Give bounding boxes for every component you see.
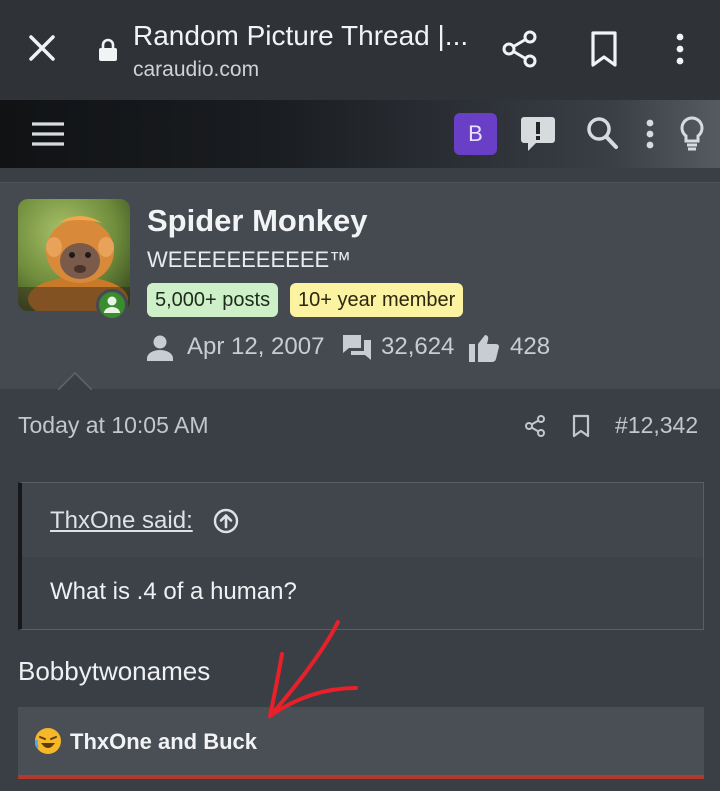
menu-icon[interactable] [30, 120, 66, 148]
username[interactable]: Spider Monkey [147, 203, 368, 239]
more-vert-icon[interactable] [665, 28, 695, 70]
bookmark-icon[interactable] [585, 28, 623, 70]
reaction-score: 428 [510, 333, 551, 360]
reactions-text[interactable]: ThxOne and Buck [70, 729, 257, 755]
quote-text: What is .4 of a human? [50, 578, 297, 605]
forum-nav-bar: B [0, 100, 720, 168]
page-title[interactable]: Random Picture Thread |... [133, 20, 468, 52]
person-icon [104, 296, 120, 313]
speech-caret [58, 372, 92, 390]
user-card: Spider Monkey WEEEEEEEEEEE™ 5,000+ posts… [0, 182, 720, 389]
quote-header: ThxOne said: [22, 483, 703, 557]
quote-author-link[interactable]: ThxOne said: [50, 507, 193, 535]
user-icon [147, 335, 173, 361]
post-date[interactable]: Today at 10:05 AM [18, 412, 209, 439]
message-count: 32,624 [381, 333, 455, 360]
lock-icon [99, 38, 117, 61]
alerts-icon[interactable] [518, 114, 558, 154]
post-body-text: Bobbytwonames [18, 656, 211, 686]
post-number[interactable]: #12,342 [615, 412, 698, 439]
laughing-emoji-icon [34, 728, 61, 754]
arrow-up-circle-icon[interactable] [213, 508, 239, 534]
thumbs-up-icon [469, 335, 499, 362]
messages-icon [343, 335, 371, 360]
share-icon[interactable] [524, 414, 546, 438]
page-url[interactable]: caraudio.com [133, 58, 259, 82]
search-icon[interactable] [584, 114, 620, 152]
share-icon[interactable] [500, 28, 540, 70]
member-badge: 10+ year member [290, 283, 464, 317]
bookmark-icon[interactable] [570, 414, 592, 438]
posts-badge: 5,000+ posts [147, 283, 279, 317]
lightbulb-icon[interactable] [676, 114, 708, 152]
online-status-icon [96, 289, 128, 321]
join-date: Apr 12, 2007 [187, 333, 325, 360]
account-button[interactable]: B [454, 113, 497, 155]
browser-toolbar: Random Picture Thread |... caraudio.com [0, 0, 720, 100]
quote-block: ThxOne said: What is .4 of a human? [18, 482, 704, 630]
user-title: WEEEEEEEEEEE™ [147, 247, 352, 272]
annotation-arrow [268, 620, 358, 718]
close-icon[interactable] [22, 28, 62, 68]
more-vert-icon[interactable] [640, 115, 660, 153]
